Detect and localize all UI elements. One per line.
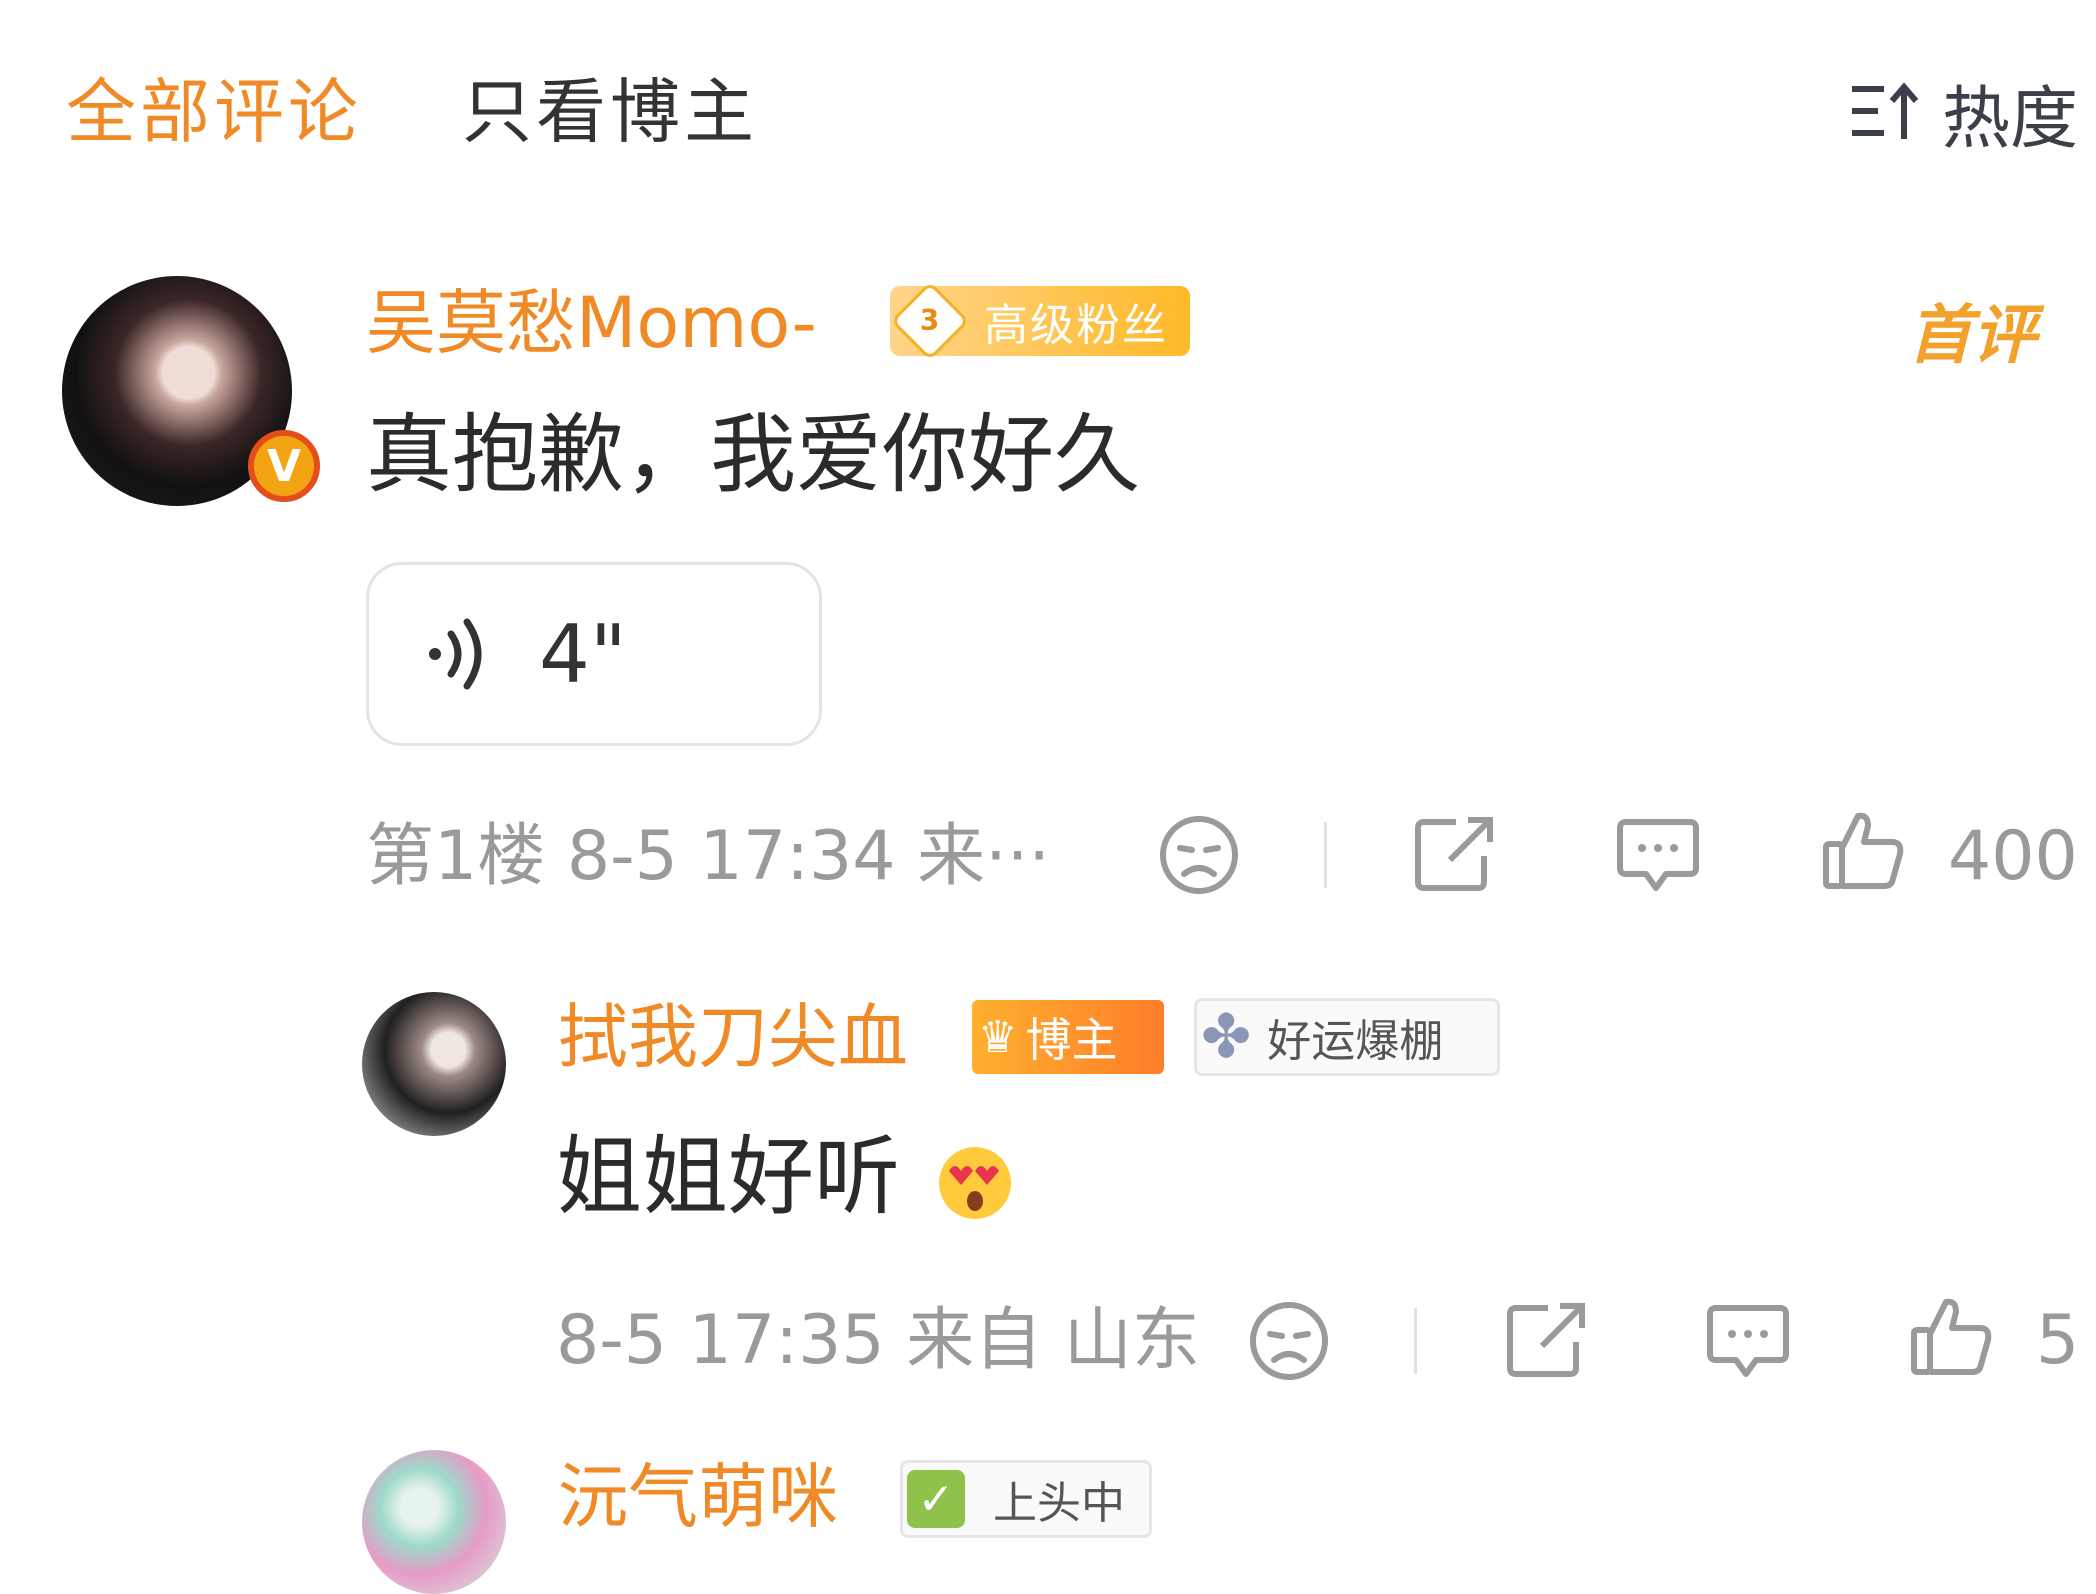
- clover-icon: ✤: [1201, 1002, 1252, 1072]
- first-comment-mark: 首评: [1908, 299, 2036, 373]
- fan-badge-label: 高级粉丝: [984, 300, 1168, 351]
- share-icon[interactable]: [1504, 1300, 1588, 1380]
- comment-text: 真抱歉，我爱你好久: [366, 405, 1140, 505]
- reply-meta: 8-5 17:35 来自 山东: [556, 1301, 1200, 1380]
- avatar[interactable]: [362, 992, 506, 1136]
- divider: [1324, 822, 1327, 888]
- like-count: 400: [1948, 817, 2078, 896]
- like-count: 5: [2036, 1301, 2080, 1380]
- luck-badge-label: 好运爆棚: [1267, 1016, 1444, 1067]
- heart-eyes-emoji-icon: [933, 1141, 1017, 1225]
- dislike-icon[interactable]: [1248, 1300, 1330, 1382]
- blogger-badge-label: 博主: [1025, 1013, 1118, 1067]
- sort-arrow-icon: [1848, 77, 1920, 147]
- fan-level-icon: 3: [890, 281, 970, 361]
- fan-level-badge[interactable]: 3 高级粉丝: [890, 281, 1190, 361]
- trending-badge-label: 上头中: [993, 1478, 1125, 1529]
- commenter-name[interactable]: 吴莫愁Momo-: [366, 278, 817, 368]
- reply-text-content: 姐姐好听: [556, 1127, 900, 1227]
- blogger-badge[interactable]: ♛ 博主: [972, 1000, 1164, 1074]
- tab-blogger-only[interactable]: 只看博主: [462, 68, 758, 156]
- like-icon[interactable]: [1822, 808, 1906, 892]
- voice-message[interactable]: 4": [366, 562, 822, 746]
- replier-name[interactable]: 沅气萌咪: [558, 1452, 838, 1542]
- sort-by-heat-button[interactable]: 热度: [1848, 68, 2078, 159]
- reply-text: 姐姐好听: [556, 1122, 1017, 1232]
- share-icon[interactable]: [1412, 814, 1496, 894]
- fan-level-number: 3: [920, 305, 940, 337]
- trending-badge[interactable]: ✓ 上头中: [900, 1460, 1152, 1538]
- verified-v-icon: V: [248, 430, 320, 502]
- dislike-icon[interactable]: [1158, 814, 1240, 896]
- tab-all-comments[interactable]: 全部评论: [66, 68, 362, 156]
- crown-icon: ♛: [978, 1011, 1018, 1063]
- divider: [1414, 1308, 1417, 1374]
- avatar[interactable]: [362, 1450, 506, 1594]
- sort-label: 热度: [1941, 79, 2078, 159]
- reply-comment-icon[interactable]: [1616, 816, 1700, 896]
- like-icon[interactable]: [1910, 1294, 1994, 1378]
- comment-meta: 第1楼 8-5 17:34 来···: [366, 817, 1050, 896]
- voice-duration: 4": [539, 607, 627, 701]
- reply-comment-icon[interactable]: [1706, 1302, 1790, 1382]
- luck-badge[interactable]: ✤ 好运爆棚: [1194, 998, 1500, 1076]
- check-icon: ✓: [907, 1470, 965, 1528]
- replier-name[interactable]: 拭我刀尖血: [558, 992, 908, 1082]
- voice-wave-icon: [425, 614, 495, 694]
